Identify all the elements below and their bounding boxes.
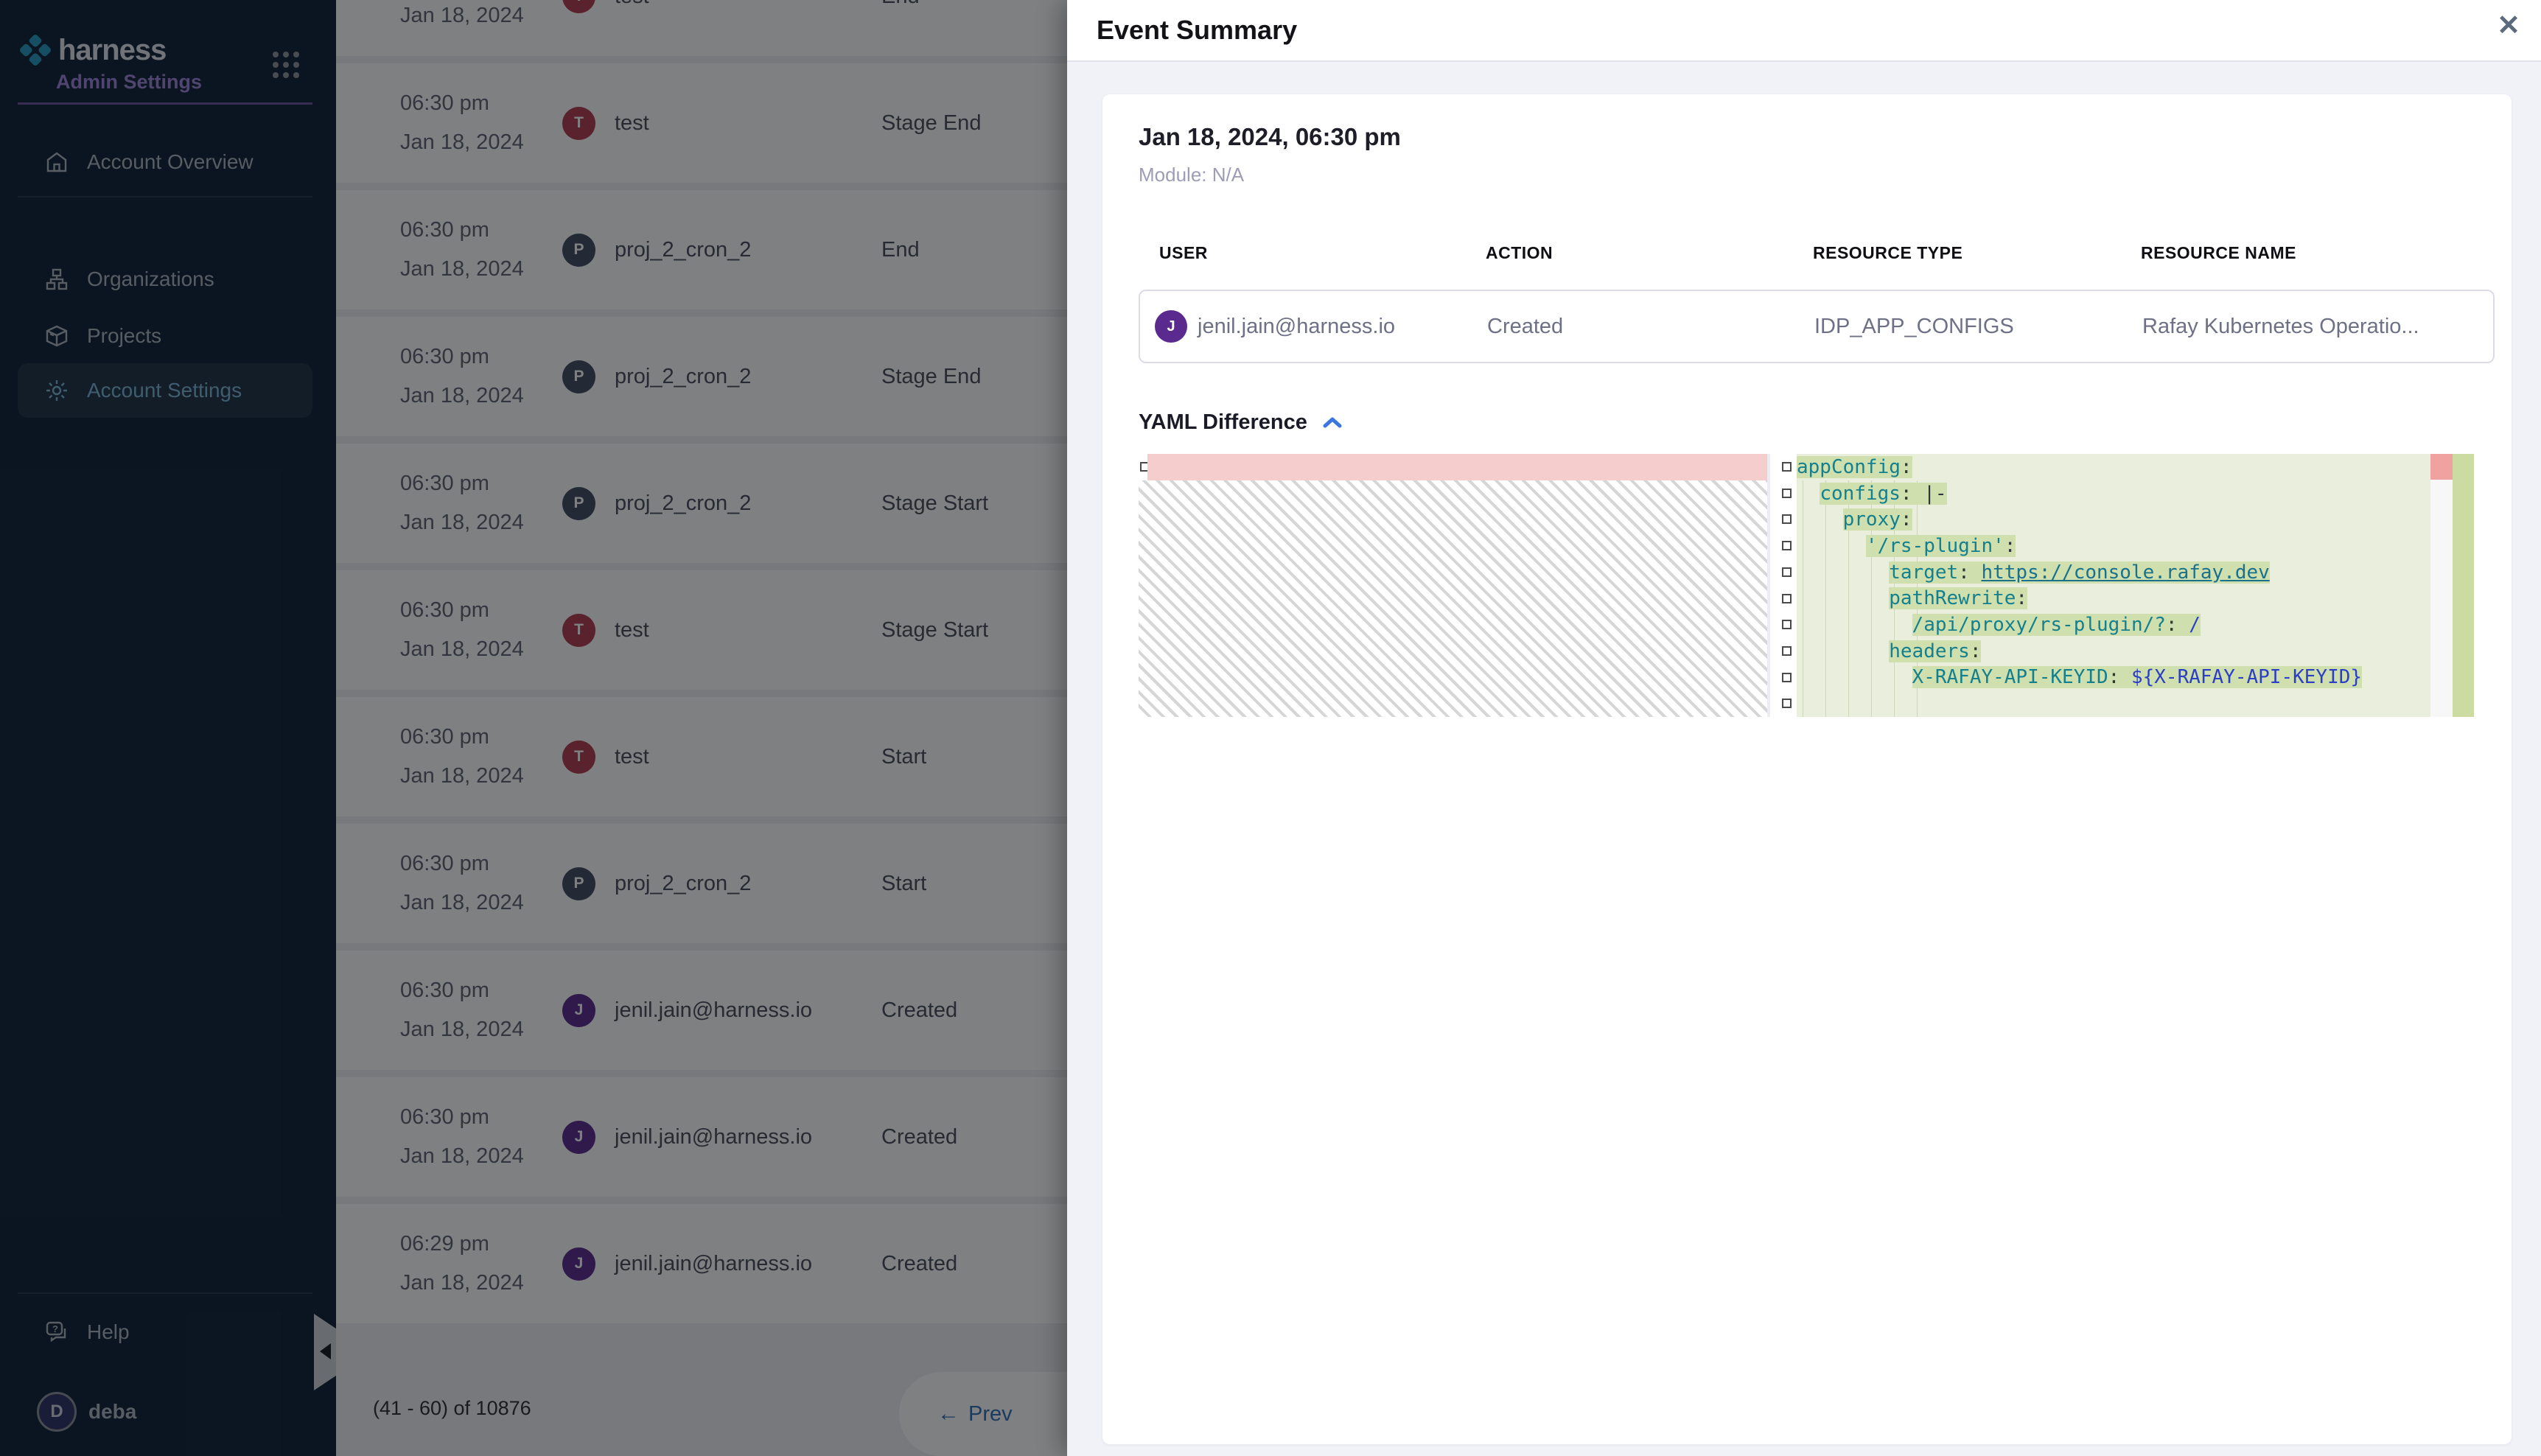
diff-code-line: proxy: — [1797, 506, 2430, 533]
event-summary-drawer: Event Summary ✕ Jan 18, 2024, 06:30 pm M… — [1067, 0, 2541, 1456]
avatar: J — [1155, 310, 1187, 343]
diff-empty-filler — [1139, 480, 1767, 717]
diff-revert-marker[interactable] — [1782, 489, 1792, 498]
diff-code-line: pathRewrite: — [1797, 585, 2430, 612]
code-indent — [1797, 614, 1912, 636]
code-token: pathRewrite — [1889, 587, 2016, 609]
diff-code-line: X-RAFAY-API-KEYID: ${X-RAFAY-API-KEYID} — [1797, 665, 2430, 691]
code-token: appConfig — [1797, 456, 1901, 478]
event-resource-type: IDP_APP_CONFIGS — [1794, 315, 2122, 339]
diff-revert-marker[interactable] — [1782, 514, 1792, 524]
event-resource-name: Rafay Kubernetes Operatio... — [2122, 315, 2490, 339]
diff-code-line: target: https://console.rafay.dev — [1797, 559, 2430, 586]
column-header-resource-type: RESOURCE TYPE — [1792, 243, 2120, 263]
diff-revert-marker[interactable] — [1782, 620, 1792, 629]
diff-code-line: /api/proxy/rs-plugin/?: / — [1797, 612, 2430, 638]
yaml-difference-toggle[interactable]: YAML Difference — [1139, 410, 2494, 435]
code-added-chunk: '/rs-plugin': — [1866, 535, 2016, 557]
code-token: |- — [1923, 483, 1946, 505]
code-token: : — [1901, 483, 1923, 505]
code-added-chunk: configs: |- — [1820, 483, 1946, 505]
code-added-chunk: pathRewrite: — [1889, 587, 2027, 609]
diff-code-line: headers: — [1797, 638, 2430, 665]
diff-right-pane[interactable]: appConfig: configs: |- proxy: '/rs-plugi… — [1770, 454, 2474, 717]
code-token: : — [2166, 614, 2189, 636]
app-root: harness Admin Settings Account Overview … — [0, 0, 2541, 1456]
code-token: target — [1889, 561, 1958, 584]
code-added-chunk: headers: — [1889, 640, 1981, 662]
event-table-header: USER ACTION RESOURCE TYPE RESOURCE NAME — [1139, 243, 2494, 263]
diff-gutter — [1770, 454, 1797, 717]
code-indent — [1797, 587, 1889, 609]
code-token: / — [2189, 614, 2201, 636]
drawer-header: Event Summary ✕ — [1067, 0, 2541, 62]
code-token[interactable]: https://console.rafay.dev — [1981, 561, 2269, 584]
diff-left-pane[interactable] — [1139, 454, 1767, 717]
diff-revert-marker[interactable] — [1782, 673, 1792, 682]
diff-code-area[interactable]: appConfig: configs: |- proxy: '/rs-plugi… — [1797, 454, 2430, 717]
event-user: jenil.jain@harness.io — [1198, 315, 1395, 339]
yaml-diff-viewer: appConfig: configs: |- proxy: '/rs-plugi… — [1139, 454, 2474, 717]
event-summary-card: Jan 18, 2024, 06:30 pm Module: N/A USER … — [1102, 94, 2512, 1444]
event-module: Module: N/A — [1139, 164, 2494, 186]
code-token: '/rs-plugin' — [1866, 535, 2005, 557]
event-table-row: J jenil.jain@harness.io Created IDP_APP_… — [1139, 290, 2495, 363]
code-indent — [1797, 666, 1912, 688]
code-token: /api/proxy/rs-plugin/? — [1912, 614, 2166, 636]
code-token: : — [2016, 587, 2027, 609]
diff-scrollbar[interactable] — [2430, 454, 2453, 717]
event-timestamp: Jan 18, 2024, 06:30 pm — [1139, 122, 2494, 152]
diff-revert-marker[interactable] — [1782, 594, 1792, 603]
code-token: proxy — [1843, 508, 1901, 531]
code-indent — [1797, 535, 1866, 557]
diff-revert-marker[interactable] — [1782, 462, 1792, 472]
code-indent — [1797, 561, 1889, 584]
diff-revert-marker[interactable] — [1782, 646, 1792, 656]
diff-overview-added-strip — [2453, 454, 2474, 717]
column-header-action: ACTION — [1465, 243, 1792, 263]
diff-code-line: '/rs-plugin': — [1797, 533, 2430, 559]
code-token: : — [2005, 535, 2016, 557]
code-indent — [1797, 483, 1820, 505]
code-token: ${X-RAFAY-API-KEYID} — [2131, 666, 2362, 688]
code-token: : — [2108, 666, 2131, 688]
diff-code-line: configs: |- — [1797, 480, 2430, 507]
modal-overlay[interactable] — [0, 0, 1067, 1456]
diff-revert-marker[interactable] — [1782, 699, 1792, 708]
code-token: headers — [1889, 640, 1970, 662]
code-indent — [1797, 508, 1843, 531]
event-user-cell: J jenil.jain@harness.io — [1140, 310, 1467, 343]
event-action: Created — [1467, 315, 1794, 339]
diff-overview-removed-marker — [2430, 454, 2453, 480]
code-indent — [1797, 640, 1889, 662]
drawer-title: Event Summary — [1097, 15, 1297, 46]
code-token: : — [1901, 456, 1912, 478]
code-token: X-RAFAY-API-KEYID — [1912, 666, 2108, 688]
column-header-user: USER — [1139, 243, 1465, 263]
code-added-chunk: X-RAFAY-API-KEYID: ${X-RAFAY-API-KEYID} — [1912, 666, 2363, 688]
diff-revert-marker[interactable] — [1782, 567, 1792, 577]
code-added-chunk: /api/proxy/rs-plugin/?: / — [1912, 614, 2201, 636]
code-token: configs — [1820, 483, 1901, 505]
code-token: : — [1901, 508, 1912, 531]
diff-revert-marker[interactable] — [1782, 541, 1792, 550]
diff-code-line — [1797, 690, 2430, 717]
chevron-up-icon — [1321, 414, 1344, 432]
diff-removed-line — [1147, 454, 1767, 480]
drawer-body: Jan 18, 2024, 06:30 pm Module: N/A USER … — [1067, 60, 2541, 1456]
code-token: : — [1970, 640, 1982, 662]
code-token: : — [1958, 561, 1981, 584]
code-added-chunk: appConfig: — [1797, 456, 1912, 478]
close-icon[interactable]: ✕ — [2497, 12, 2520, 40]
code-added-chunk: target: https://console.rafay.dev — [1889, 561, 2270, 584]
column-header-resource-name: RESOURCE NAME — [2120, 243, 2489, 263]
code-added-chunk: proxy: — [1843, 508, 1912, 531]
diff-code-line: appConfig: — [1797, 454, 2430, 480]
